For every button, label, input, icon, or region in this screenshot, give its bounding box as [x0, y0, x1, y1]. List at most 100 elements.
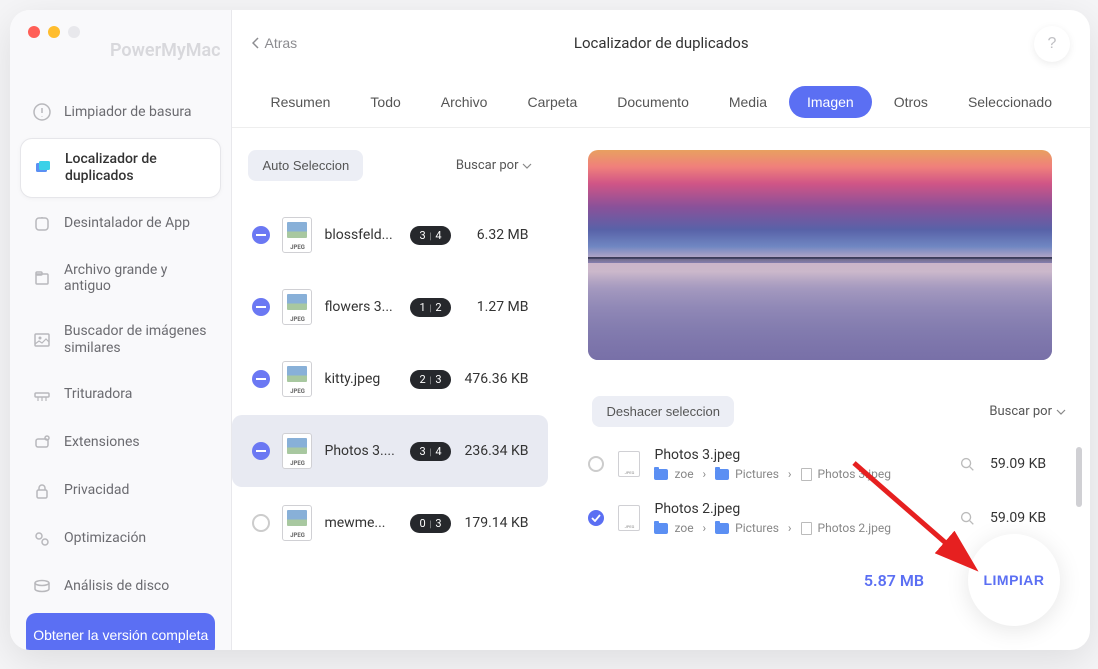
group-name: Photos 3.... — [324, 443, 398, 459]
similar-image-icon — [32, 330, 52, 350]
group-row[interactable]: JPEG Photos 3.... 3 | 4 236.34 KB — [232, 415, 548, 487]
file-thumbnail: JPEG — [282, 361, 312, 397]
uninstall-icon — [32, 214, 52, 234]
group-select-indicator[interactable] — [252, 514, 270, 532]
close-window-button[interactable] — [28, 26, 40, 38]
tab-documento[interactable]: Documento — [599, 86, 707, 118]
sidebar-item-label: Archivo grande y antiguo — [64, 262, 209, 296]
group-select-indicator[interactable] — [252, 442, 270, 460]
group-select-indicator[interactable] — [252, 226, 270, 244]
breadcrumb-segment: Pictures — [735, 521, 779, 535]
group-size: 236.34 KB — [464, 443, 528, 459]
folder-icon — [715, 469, 729, 480]
maximize-window-button[interactable] — [68, 26, 80, 38]
group-name: flowers 3... — [324, 299, 398, 315]
tab-carpeta[interactable]: Carpeta — [509, 86, 595, 118]
undo-selection-button[interactable]: Deshacer seleccion — [592, 396, 733, 427]
file-name: Photos 3.jpeg — [654, 447, 944, 463]
sidebar-item-0[interactable]: Limpiador de basura — [20, 90, 221, 134]
sidebar-item-9[interactable]: Análisis de disco — [20, 565, 221, 609]
sidebar-item-3[interactable]: Archivo grande y antiguo — [20, 250, 221, 308]
footer: 5.87 MB LIMPIAR — [834, 510, 1090, 650]
sidebar-item-8[interactable]: Optimización — [20, 517, 221, 561]
tab-resumen[interactable]: Resumen — [252, 86, 348, 118]
tab-otros[interactable]: Otros — [876, 86, 946, 118]
breadcrumb-segment: Photos 3.jpeg — [818, 467, 891, 481]
sidebar-item-7[interactable]: Privacidad — [20, 469, 221, 513]
sidebar-item-label: Análisis de disco — [64, 578, 169, 595]
folder-icon — [654, 469, 668, 480]
group-row[interactable]: JPEGkitty.jpeg2 | 3476.36 KB — [232, 343, 548, 415]
group-row[interactable]: JPEGblossfeld...3 | 46.32 MB — [232, 199, 548, 271]
back-button[interactable]: Atras — [252, 35, 297, 51]
file-icon — [801, 522, 812, 535]
tab-seleccionado[interactable]: Seleccionado — [950, 86, 1070, 118]
back-label: Atras — [264, 35, 297, 51]
tab-media[interactable]: Media — [711, 86, 785, 118]
image-preview — [588, 150, 1052, 360]
sidebar-item-5[interactable]: Trituradora — [20, 373, 221, 417]
count-badge: 3 | 4 — [410, 442, 451, 461]
group-select-indicator[interactable] — [252, 298, 270, 316]
tab-imagen[interactable]: Imagen — [789, 86, 872, 118]
large-file-icon — [32, 268, 52, 288]
sidebar-item-4[interactable]: Buscador de imágenes similares — [20, 311, 221, 369]
group-row[interactable]: JPEGmewme...0 | 3179.14 KB — [232, 487, 548, 559]
group-select-indicator[interactable] — [252, 370, 270, 388]
group-size: 476.36 KB — [464, 371, 528, 387]
optimize-icon — [32, 529, 52, 549]
file-thumbnail: JPEG — [282, 289, 312, 325]
search-by-dropdown-right[interactable]: Buscar por — [989, 404, 1066, 419]
group-size: 179.14 KB — [464, 515, 528, 531]
tab-todo[interactable]: Todo — [352, 86, 418, 118]
sidebar-item-1[interactable]: Localizador de duplicados — [20, 138, 221, 198]
sidebar-item-label: Localizador de duplicados — [65, 151, 208, 185]
sidebar-item-label: Extensiones — [64, 434, 140, 451]
page-title: Localizador de duplicados — [574, 34, 749, 52]
full-version-button[interactable]: Obtener la versión completa — [26, 613, 215, 650]
group-row[interactable]: JPEGflowers 3...1 | 21.27 MB — [232, 271, 548, 343]
sidebar-item-label: Limpiador de basura — [64, 104, 192, 121]
clean-button[interactable]: LIMPIAR — [968, 534, 1060, 626]
search-by-dropdown-left[interactable]: Buscar por — [456, 158, 533, 173]
file-size: 59.09 KB — [990, 456, 1070, 472]
auto-select-button[interactable]: Auto Seleccion — [248, 150, 363, 181]
breadcrumb-segment: Pictures — [735, 467, 779, 481]
sidebar-item-label: Desintalador de App — [64, 215, 190, 232]
group-name: kitty.jpeg — [324, 371, 398, 387]
group-size: 6.32 MB — [477, 227, 529, 243]
chevron-left-icon — [252, 37, 260, 49]
count-badge: 1 | 2 — [410, 298, 451, 317]
breadcrumb-segment: zoe — [674, 467, 693, 481]
scrollbar[interactable] — [1076, 447, 1082, 507]
category-tabs: ResumenTodoArchivoCarpetaDocumentoMediaI… — [232, 76, 1090, 128]
sidebar-item-2[interactable]: Desintalador de App — [20, 202, 221, 246]
sidebar-item-6[interactable]: Extensiones — [20, 421, 221, 465]
count-badge: 3 | 4 — [410, 226, 451, 245]
duplicate-icon — [33, 158, 53, 178]
file-checkbox[interactable] — [588, 456, 604, 472]
sidebar-item-label: Buscador de imágenes similares — [64, 323, 209, 357]
total-selected-size: 5.87 MB — [864, 571, 924, 590]
preview-icon[interactable] — [958, 455, 976, 473]
help-button[interactable]: ? — [1034, 26, 1070, 62]
tab-archivo[interactable]: Archivo — [423, 86, 506, 118]
file-icon — [801, 468, 812, 481]
topbar: Atras Localizador de duplicados ? — [232, 10, 1090, 76]
search-by-label: Buscar por — [456, 158, 519, 173]
breadcrumb-segment: zoe — [674, 521, 693, 535]
window-controls — [10, 26, 231, 38]
file-thumbnail: JPEG — [282, 433, 312, 469]
duplicate-file-row[interactable]: Photos 3.jpeg zoe › Pictures › Photos 3.… — [588, 447, 1070, 481]
minimize-window-button[interactable] — [48, 26, 60, 38]
sidebar-nav: Limpiador de basura Localizador de duplic… — [10, 90, 231, 613]
chevron-down-icon — [1056, 409, 1066, 415]
folder-icon — [654, 523, 668, 534]
shredder-icon — [32, 385, 52, 405]
groups-panel: Auto Seleccion Buscar por JPEGblossfeld.… — [232, 150, 548, 650]
file-checkbox[interactable] — [588, 510, 604, 526]
file-thumbnail: JPEG — [282, 217, 312, 253]
sidebar-item-label: Optimización — [64, 530, 146, 547]
sidebar: PowerMyMac Limpiador de basuraLocalizado… — [10, 10, 232, 650]
group-name: mewme... — [324, 515, 398, 531]
